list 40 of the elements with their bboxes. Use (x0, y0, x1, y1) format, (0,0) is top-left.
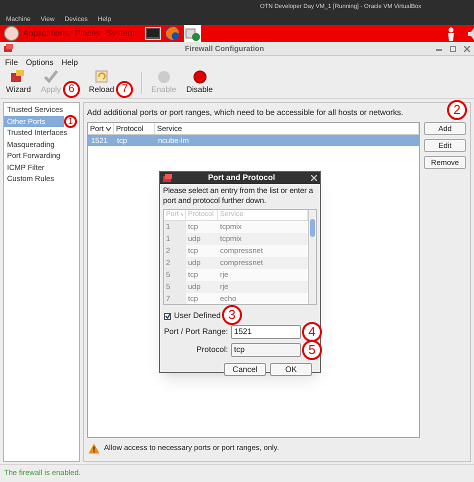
scrollbar[interactable] (308, 210, 316, 304)
callout-marker: 2 (447, 100, 467, 120)
warning-icon (88, 442, 100, 454)
dialog-button[interactable]: Cancel (224, 363, 266, 376)
wizard-button[interactable]: Wizard (5, 69, 32, 96)
field-label: Port / Port Range: (164, 326, 228, 338)
close-icon[interactable] (464, 46, 470, 52)
callout-marker: 5 (302, 340, 322, 360)
callout-marker: 7 (116, 81, 134, 98)
callout-marker: 6 (62, 81, 80, 98)
input-field[interactable]: 1521 (231, 325, 301, 339)
menu-item[interactable]: Help (61, 56, 78, 68)
disable-button[interactable]: Disable (185, 69, 214, 96)
dialog-title: Port and Protocol (206, 172, 276, 184)
callout-marker: 3 (222, 305, 242, 325)
callout-marker: 1 (64, 114, 77, 128)
person-icon[interactable] (446, 26, 456, 40)
circle-icon (156, 69, 172, 84)
config-icon[interactable] (184, 25, 201, 42)
field-label: Protocol: (196, 344, 228, 356)
app-icon (4, 44, 13, 53)
circle-icon (192, 69, 208, 84)
description-text: Add additional ports or port ranges, which need to be accessible for all hosts or networks. (87, 107, 404, 119)
check-icon (42, 69, 59, 84)
avatar-icon[interactable] (4, 26, 19, 41)
reload-icon (94, 69, 110, 84)
close-icon[interactable] (311, 175, 317, 181)
menu-item[interactable]: Options (26, 56, 54, 68)
terminal-icon[interactable] (144, 27, 161, 40)
wizard-icon (10, 69, 26, 84)
app-icon (163, 174, 172, 182)
checkbox[interactable] (164, 312, 171, 320)
checkbox-label: User Defined (174, 310, 221, 322)
maximize-button[interactable] (450, 46, 456, 52)
menu-item[interactable]: File (5, 56, 18, 68)
callout-marker: 4 (302, 322, 322, 342)
reload-button[interactable]: Reload (88, 69, 116, 96)
speaker-icon[interactable] (468, 28, 474, 40)
dialog-button[interactable]: OK (270, 363, 312, 376)
protocol-dropdown[interactable]: tcp (231, 343, 301, 357)
